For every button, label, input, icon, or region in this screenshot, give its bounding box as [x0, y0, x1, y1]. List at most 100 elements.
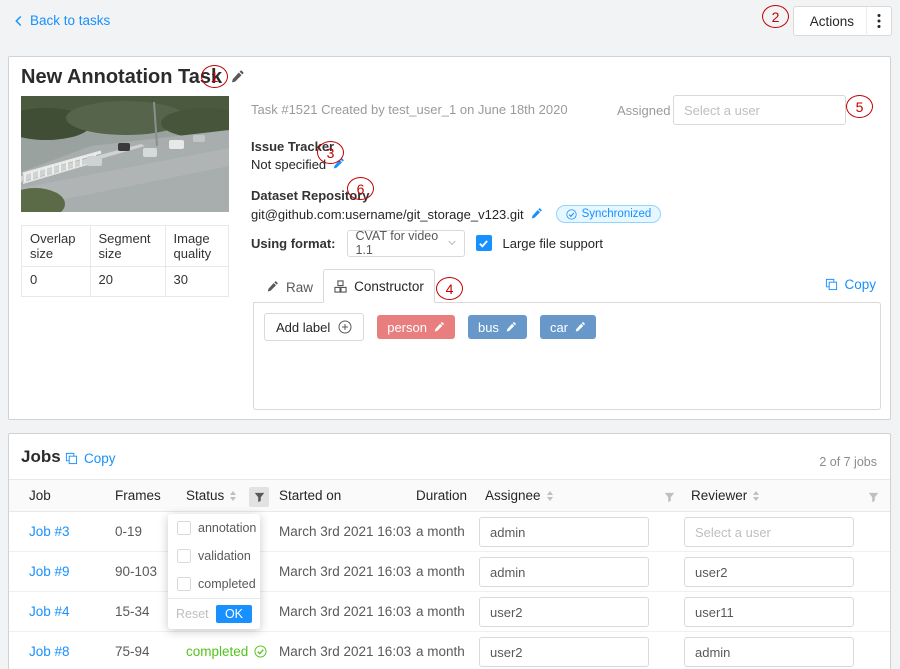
edit-repository-icon[interactable]	[531, 207, 543, 222]
task-meta: Task #1521 Created by test_user_1 on Jun…	[251, 102, 568, 117]
edit-label-icon[interactable]	[434, 320, 445, 335]
more-menu-icon[interactable]	[867, 13, 891, 29]
add-label-button[interactable]: Add label	[264, 313, 364, 341]
tab-raw-label: Raw	[286, 280, 313, 295]
assignee-input[interactable]	[479, 597, 649, 627]
reviewer-input[interactable]	[684, 557, 854, 587]
duration-cell: a month	[416, 552, 465, 591]
checkbox[interactable]	[177, 549, 191, 563]
job-link[interactable]: Job #9	[29, 552, 70, 591]
label-chip-car[interactable]: car	[540, 315, 596, 339]
reviewer-input[interactable]	[684, 517, 854, 547]
callout-4: 4	[436, 277, 463, 300]
large-file-support-label: Large file support	[503, 236, 603, 251]
callout-3: 3	[317, 141, 344, 164]
callout-5: 5	[846, 95, 873, 118]
checkbox[interactable]	[177, 521, 191, 535]
reviewer-input[interactable]	[684, 597, 854, 627]
assignee-input[interactable]	[479, 517, 649, 547]
copy-jobs-button[interactable]: Copy	[65, 451, 116, 466]
jobs-table-header: Job Frames Status Started on Duration As…	[9, 479, 890, 512]
frames-cell: 75-94	[115, 632, 150, 669]
started-cell: March 3rd 2021 16:03	[279, 552, 411, 591]
label-chip-person[interactable]: person	[377, 315, 455, 339]
status-filter-dropdown: annotation validation completed Reset OK	[168, 514, 260, 629]
param-value: 20	[90, 267, 165, 297]
tab-constructor-label: Constructor	[354, 279, 424, 294]
filter-option-validation[interactable]: validation	[168, 542, 260, 570]
status-filter-icon[interactable]	[249, 487, 269, 507]
label-chip-name: bus	[478, 320, 499, 335]
task-preview-image	[21, 96, 229, 212]
actions-button[interactable]: Actions	[793, 6, 892, 36]
tab-raw[interactable]: Raw	[255, 271, 325, 303]
assignee-input[interactable]	[479, 557, 649, 587]
col-status: Status	[186, 480, 236, 511]
frames-cell: 15-34	[115, 592, 150, 631]
reviewer-input[interactable]	[684, 637, 854, 667]
param-header: Image quality	[165, 226, 228, 267]
back-to-tasks-link[interactable]: Back to tasks	[14, 13, 110, 28]
table-row: Job #8 75-94 completed March 3rd 2021 16…	[9, 632, 890, 669]
filter-option-completed[interactable]: completed	[168, 570, 260, 598]
filter-reset-button[interactable]: Reset	[176, 607, 209, 621]
table-row: Job #9 90-103 March 3rd 2021 16:03 a mon…	[9, 552, 890, 592]
assignee-filter-icon[interactable]	[659, 487, 679, 507]
param-value: 30	[165, 267, 228, 297]
job-link[interactable]: Job #4	[29, 592, 70, 631]
reviewer-filter-icon[interactable]	[863, 487, 883, 507]
frames-cell: 0-19	[115, 512, 142, 551]
job-link[interactable]: Job #3	[29, 512, 70, 551]
large-file-support-checkbox[interactable]	[476, 235, 492, 251]
copy-label: Copy	[84, 451, 116, 466]
callout-6: 6	[347, 177, 374, 200]
sort-status[interactable]	[230, 491, 236, 501]
col-job: Job	[29, 480, 51, 511]
col-frames: Frames	[115, 480, 161, 511]
checkbox[interactable]	[177, 577, 191, 591]
dataset-repository-url: git@github.com:username/git_storage_v123…	[251, 207, 524, 222]
edit-label-icon[interactable]	[575, 320, 586, 335]
job-link[interactable]: Job #8	[29, 632, 70, 669]
label-chip-name: car	[550, 320, 568, 335]
duration-cell: a month	[416, 632, 465, 669]
copy-icon	[65, 452, 78, 465]
edit-title-icon[interactable]	[231, 69, 245, 86]
frames-cell: 90-103	[115, 552, 157, 591]
label-constructor-panel: Add label person bus car	[253, 302, 881, 410]
build-icon	[334, 280, 347, 293]
issue-tracker-value: Not specified	[251, 157, 326, 172]
sort-reviewer[interactable]	[753, 491, 759, 501]
filter-option-label: completed	[198, 577, 256, 591]
sort-assignee[interactable]	[547, 491, 553, 501]
assigned-to-input[interactable]	[673, 95, 846, 125]
check-circle-icon	[566, 209, 577, 220]
started-cell: March 3rd 2021 16:03	[279, 592, 411, 631]
assignee-input[interactable]	[479, 637, 649, 667]
back-chevron-icon	[14, 15, 23, 27]
filter-ok-button[interactable]: OK	[216, 605, 252, 623]
callout-1: 1	[201, 65, 228, 88]
label-chip-bus[interactable]: bus	[468, 315, 527, 339]
jobs-card: Jobs Copy 2 of 7 jobs Job Frames Status …	[8, 433, 891, 669]
tab-constructor[interactable]: Constructor	[323, 269, 435, 303]
back-label: Back to tasks	[30, 13, 110, 28]
jobs-count: 2 of 7 jobs	[819, 455, 877, 469]
task-title: New Annotation Task	[21, 66, 222, 89]
param-header: Overlap size	[22, 226, 91, 267]
task-details-card: New Annotation Task	[8, 56, 891, 420]
copy-icon	[825, 278, 838, 291]
task-params-table: Overlap size Segment size Image quality …	[21, 225, 229, 297]
using-format-label: Using format:	[251, 236, 336, 251]
cvat-task-page: Back to tasks Actions New Annotation Tas…	[0, 0, 900, 669]
format-select[interactable]: CVAT for video 1.1	[347, 230, 465, 257]
edit-label-icon[interactable]	[506, 320, 517, 335]
copy-labels-button[interactable]: Copy	[825, 277, 876, 292]
filter-option-label: annotation	[198, 521, 256, 535]
param-value: 0	[22, 267, 91, 297]
filter-option-annotation[interactable]: annotation	[168, 514, 260, 542]
add-label-text: Add label	[276, 320, 330, 335]
completed-check-icon	[254, 645, 267, 658]
synchronized-badge[interactable]: Synchronized	[556, 205, 662, 223]
duration-cell: a month	[416, 512, 465, 551]
